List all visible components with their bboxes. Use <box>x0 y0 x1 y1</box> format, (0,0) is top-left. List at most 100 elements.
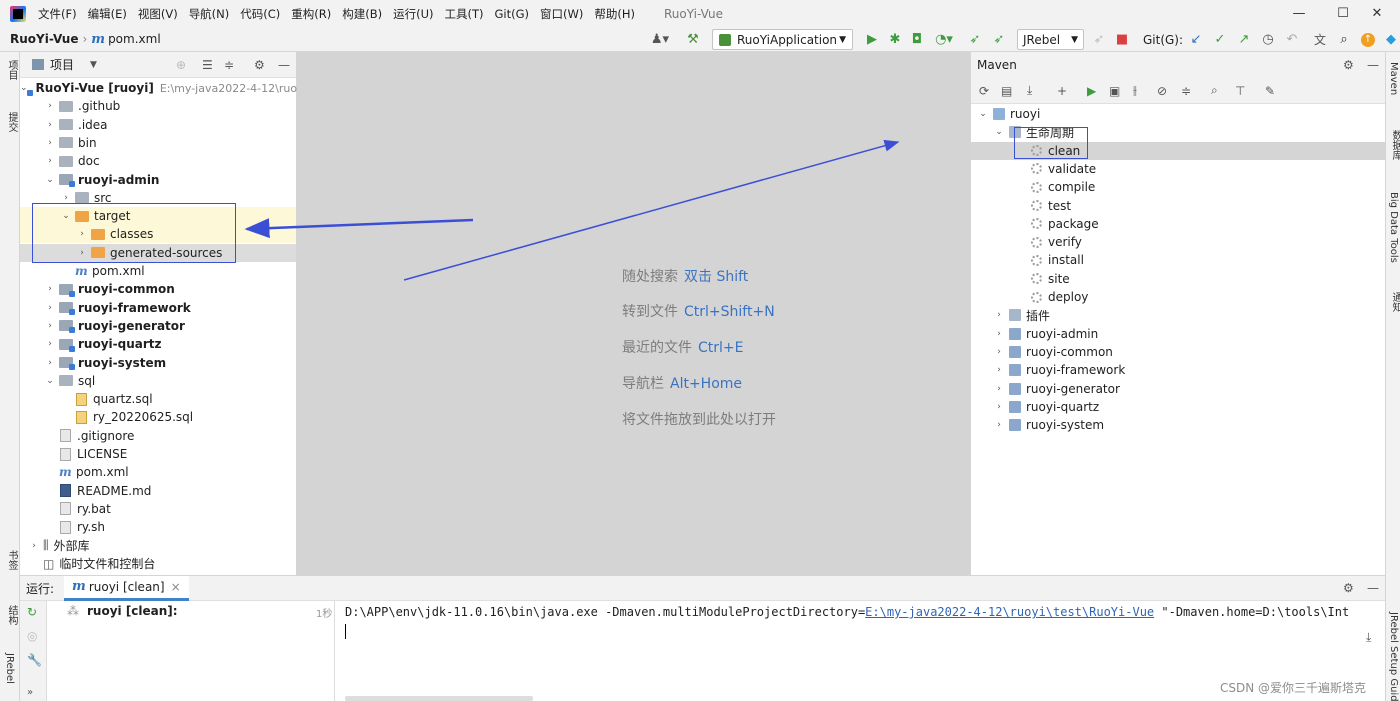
chevron-right-icon[interactable]: › <box>44 339 56 349</box>
project-tree-item[interactable]: .gitignore <box>20 427 296 445</box>
editor-empty-area[interactable]: 随处搜索 双击 Shift 转到文件 Ctrl+Shift+N 最近的文件 Ctrl+… <box>297 52 970 575</box>
chevron-right-icon[interactable]: › <box>993 329 1005 339</box>
chevron-right-icon[interactable]: › <box>44 284 56 294</box>
attach-icon[interactable]: ➶ <box>1090 30 1108 49</box>
add-folder-icon[interactable]: ▤ <box>1001 84 1012 98</box>
run-icon[interactable]: ▶ <box>864 30 880 49</box>
download-icon[interactable]: ⤓ <box>1027 83 1032 98</box>
chevron-right-icon[interactable]: › <box>44 101 56 111</box>
jrebel-run-icon[interactable]: ➶ <box>966 30 984 49</box>
add-icon[interactable]: + <box>1057 84 1067 98</box>
tool-tab-jrebel[interactable]: JRebel <box>4 653 15 684</box>
menu-help[interactable]: 帮助(H) <box>594 6 635 22</box>
tool-tab-commit[interactable]: 提交 <box>4 112 19 132</box>
chevron-right-icon[interactable]: › <box>60 193 72 203</box>
project-tree-item[interactable]: ◫ 临时文件和控制台 <box>20 555 296 573</box>
menu-run[interactable]: 运行(U) <box>393 6 433 22</box>
menu-code[interactable]: 代码(C) <box>240 6 280 22</box>
maven-tree-item[interactable]: › ruoyi-common <box>971 343 1385 361</box>
user-icon[interactable]: ♟▾ <box>648 30 672 49</box>
settings-gear-icon[interactable]: ⚙ <box>1343 581 1354 595</box>
coverage-icon[interactable]: ◘ <box>909 30 925 49</box>
project-tree-item[interactable]: ry.sh <box>20 518 296 536</box>
toggle-offline-icon[interactable]: ⫲ <box>1133 83 1137 98</box>
project-tree-item[interactable]: LICENSE <box>20 445 296 463</box>
chevron-right-icon[interactable]: › <box>44 358 56 368</box>
wrench-icon[interactable]: 🔧 <box>27 653 42 667</box>
stop-icon[interactable]: ■ <box>1113 30 1131 49</box>
hide-panel-icon[interactable]: — <box>1367 58 1379 72</box>
scroll-end-icon[interactable]: ⤓ <box>1366 630 1371 645</box>
tool-tab-jrebel-setup[interactable]: JRebel Setup Guide <box>1388 612 1399 701</box>
chevron-down-icon[interactable]: ▼ <box>90 60 97 70</box>
chevron-right-icon[interactable]: › <box>993 402 1005 412</box>
tool-tab-notifications[interactable]: 通知 <box>1388 292 1400 312</box>
chevron-right-icon[interactable]: › <box>993 365 1005 375</box>
breadcrumb-project[interactable]: RuoYi-Vue <box>10 32 78 46</box>
maven-tree-item[interactable]: test <box>971 197 1385 215</box>
menu-refactor[interactable]: 重构(R) <box>291 6 331 22</box>
project-tree-item[interactable]: › doc <box>20 152 296 170</box>
translate-icon[interactable]: 文 <box>1311 30 1329 49</box>
menu-file[interactable]: 文件(F) <box>38 6 77 22</box>
execute-goal-icon[interactable]: ▣ <box>1109 84 1120 98</box>
chevron-right-icon[interactable]: › <box>993 384 1005 394</box>
run-tree-item[interactable]: ruoyi [clean]: <box>87 604 178 618</box>
project-tree-item[interactable]: ry.bat <box>20 500 296 518</box>
git-update-icon[interactable]: ↙ <box>1187 30 1205 49</box>
hide-panel-icon[interactable]: — <box>1367 581 1379 595</box>
maven-tree-item[interactable]: site <box>971 270 1385 288</box>
collapse-all-icon[interactable]: ≑ <box>224 58 234 72</box>
project-tree-item[interactable]: › .github <box>20 97 296 115</box>
project-tree-item[interactable]: ⌄ ruoyi-admin <box>20 171 296 189</box>
maven-tree-item[interactable]: package <box>971 215 1385 233</box>
tool-tab-bookmarks[interactable]: 书签 <box>4 550 19 570</box>
project-tree-item[interactable]: › ruoyi-common <box>20 280 296 298</box>
tool-tab-maven[interactable]: Maven <box>1388 62 1399 95</box>
git-history-icon[interactable]: ◷ <box>1259 30 1277 49</box>
collapse-icon[interactable]: ≑ <box>1181 84 1191 98</box>
more-icon[interactable]: » <box>27 687 33 698</box>
project-tree-item[interactable]: › bin <box>20 134 296 152</box>
run-configuration-select[interactable]: RuoYiApplication ▼ <box>712 29 853 50</box>
chevron-right-icon[interactable]: › <box>44 138 56 148</box>
tool-tab-big-data-tools[interactable]: Big Data Tools <box>1388 192 1399 263</box>
settings-gear-icon[interactable]: ⚙ <box>1343 58 1354 72</box>
rerun-icon[interactable]: ↻ <box>27 605 37 619</box>
run-maven-icon[interactable]: ▶ <box>1087 84 1096 98</box>
git-rollback-icon[interactable]: ↶ <box>1283 30 1301 49</box>
close-tab-icon[interactable]: × <box>171 580 181 594</box>
project-tree-item[interactable]: › ⫼ 外部库 <box>20 537 296 555</box>
project-tree-item[interactable]: ⌄ RuoYi-Vue [ruoyi] E:\my-java2022-4-12\ru… <box>20 79 304 97</box>
maven-tree-item[interactable]: ⌄ ruoyi <box>971 105 1385 123</box>
project-tree-item[interactable]: quartz.sql <box>20 390 296 408</box>
menu-window[interactable]: 窗口(W) <box>540 6 583 22</box>
menu-edit[interactable]: 编辑(E) <box>88 6 127 22</box>
expand-all-icon[interactable]: ☰ <box>202 58 213 72</box>
menu-view[interactable]: 视图(V) <box>138 6 178 22</box>
chevron-right-icon[interactable]: › <box>28 541 40 551</box>
maven-tree-item[interactable]: › ruoyi-quartz <box>971 398 1385 416</box>
maven-tree-item[interactable]: compile <box>971 178 1385 196</box>
chevron-right-icon[interactable]: › <box>44 120 56 130</box>
project-tree-item[interactable]: › ruoyi-system <box>20 354 296 372</box>
console-path-link[interactable]: E:\my-java2022-4-12\ruoyi\test\RuoYi-Vue <box>865 605 1154 619</box>
maven-tree-item[interactable]: › ruoyi-admin <box>971 325 1385 343</box>
maven-tree-item[interactable]: › ruoyi-framework <box>971 361 1385 379</box>
maven-tree-item[interactable]: › 插件 <box>971 306 1385 324</box>
chevron-right-icon[interactable]: › <box>993 420 1005 430</box>
show-dependencies-icon[interactable]: ⌕ <box>1211 83 1218 98</box>
project-tree-item[interactable]: › ruoyi-framework <box>20 299 296 317</box>
maven-tree-item[interactable]: install <box>971 251 1385 269</box>
menu-navigate[interactable]: 导航(N) <box>189 6 230 22</box>
project-tree-item[interactable]: ry_20220625.sql <box>20 408 296 426</box>
project-tree-item[interactable]: README.md <box>20 482 296 500</box>
maven-tree-item[interactable]: verify <box>971 233 1385 251</box>
chevron-down-icon[interactable]: ⌄ <box>44 175 56 185</box>
menu-tools[interactable]: 工具(T) <box>445 6 484 22</box>
chevron-down-icon[interactable]: ⌄ <box>993 127 1005 137</box>
maven-tree-item[interactable]: deploy <box>971 288 1385 306</box>
git-commit-icon[interactable]: ✓ <box>1211 30 1229 49</box>
toggle-view-icon[interactable]: ◎ <box>27 629 37 643</box>
git-push-icon[interactable]: ↗ <box>1235 30 1253 49</box>
